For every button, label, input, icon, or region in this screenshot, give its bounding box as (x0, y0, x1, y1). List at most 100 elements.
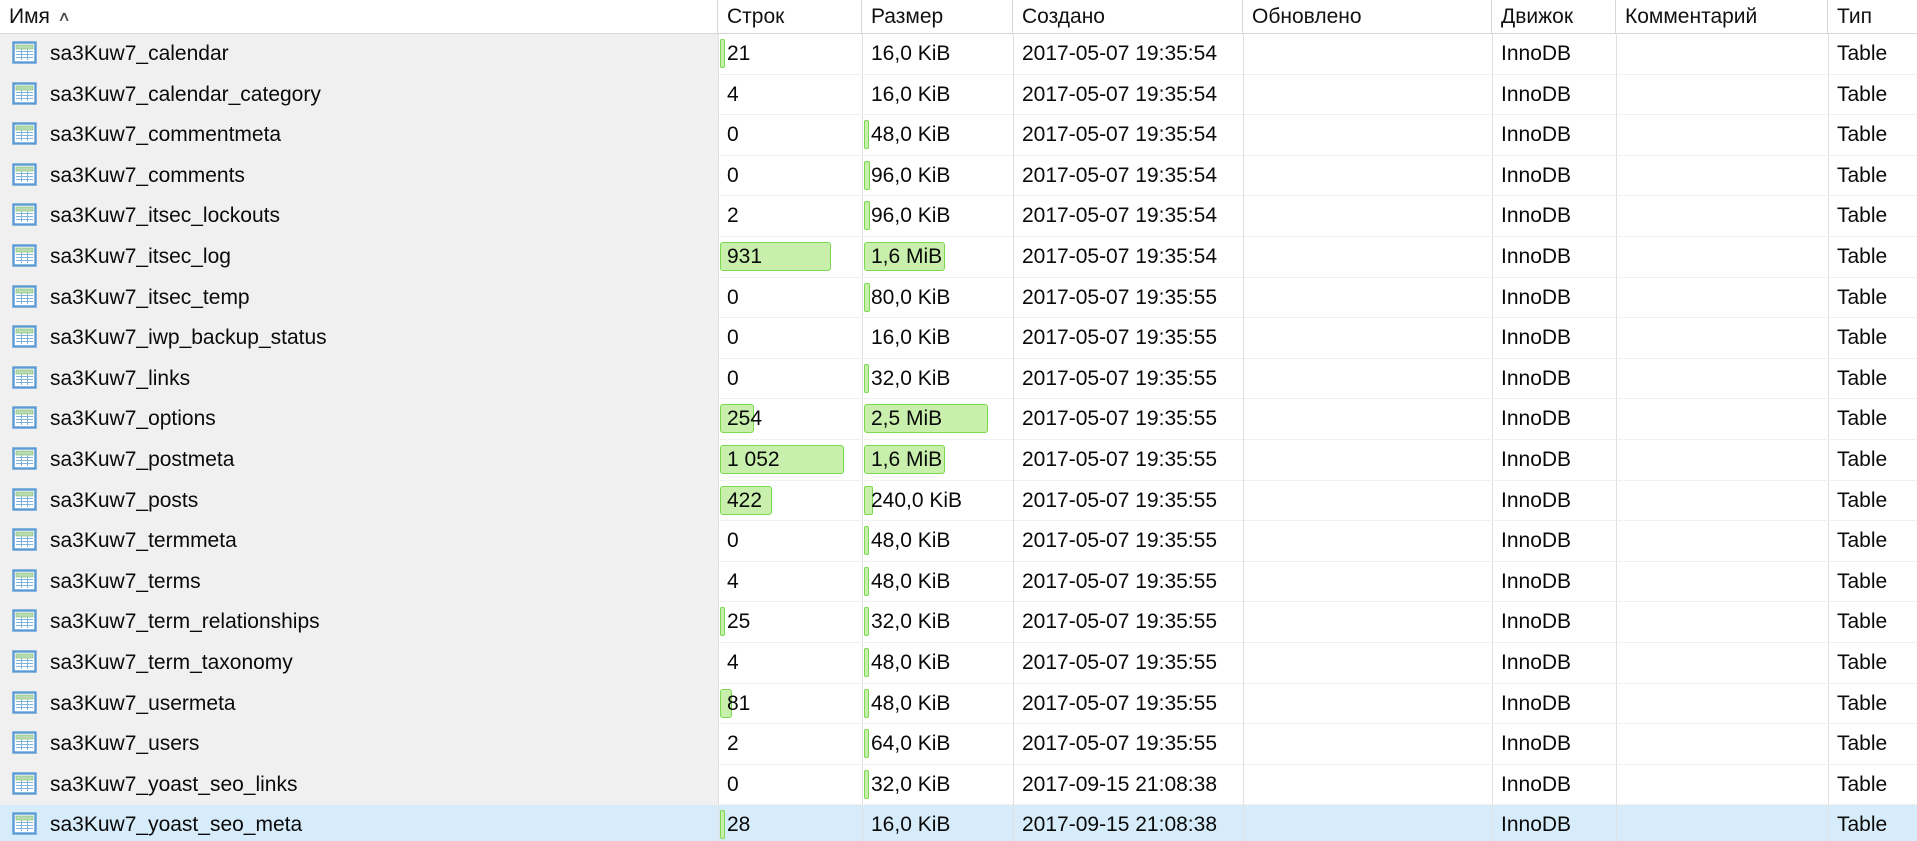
column-header-updated[interactable]: Обновлено (1243, 0, 1492, 33)
table-row[interactable]: sa3Kuw7_users 2 64,0 KiB 2017-05-07 19:35:5… (0, 724, 1917, 765)
column-header-type[interactable]: Тип (1828, 0, 1917, 33)
cell-comment (1616, 765, 1828, 805)
table-row[interactable]: sa3Kuw7_itsec_lockouts 2 96,0 KiB 2017-05-0… (0, 196, 1917, 237)
table-row[interactable]: sa3Kuw7_itsec_temp 0 80,0 KiB 2017-05-07 19… (0, 277, 1917, 319)
cell-name: sa3Kuw7_comments (0, 155, 718, 196)
column-header-label: Комментарий (1625, 5, 1758, 28)
column-header-comment[interactable]: Комментарий (1616, 0, 1828, 33)
cell-name: sa3Kuw7_options (0, 399, 718, 439)
column-header-rows[interactable]: Строк (718, 0, 862, 33)
cell-value-size: 48,0 KiB (871, 529, 951, 553)
cell-value-rows: 254 (727, 407, 763, 431)
cell-rows: 0 (718, 115, 862, 155)
table-row[interactable]: sa3Kuw7_yoast_seo_links 0 32,0 KiB 2017-09-… (0, 764, 1917, 806)
cell-value-rows: 21 (727, 42, 751, 65)
cell-value-name: sa3Kuw7_usermeta (50, 691, 236, 715)
cell-value-size: 64,0 KiB (871, 732, 951, 756)
cell-created: 2017-05-07 19:35:55 (1013, 643, 1243, 683)
cell-comment (1616, 805, 1828, 841)
cell-created: 2017-05-07 19:35:55 (1013, 359, 1243, 399)
table-row[interactable]: sa3Kuw7_term_relationships 25 32,0 KiB 2017… (0, 602, 1917, 643)
cell-created: 2017-05-07 19:35:55 (1013, 602, 1243, 642)
cell-name: sa3Kuw7_yoast_seo_meta (0, 805, 718, 841)
cell-created: 2017-05-07 19:35:55 (1013, 521, 1243, 561)
cell-created: 2017-05-07 19:35:55 (1013, 440, 1243, 480)
table-row[interactable]: sa3Kuw7_comments 0 96,0 KiB 2017-05-07 19:3… (0, 155, 1917, 197)
cell-value-engine: InnoDB (1501, 123, 1572, 147)
table-row[interactable]: sa3Kuw7_iwp_backup_status 0 16,0 KiB 2017-0… (0, 318, 1917, 359)
cell-created: 2017-05-07 19:35:55 (1013, 278, 1243, 318)
cell-value-name: sa3Kuw7_itsec_lockouts (50, 204, 280, 228)
cell-size: 48,0 KiB (862, 521, 1013, 561)
table-row[interactable]: sa3Kuw7_terms 4 48,0 KiB 2017-05-07 19:35:5… (0, 561, 1917, 603)
column-header-engine[interactable]: Движок (1492, 0, 1616, 33)
cell-engine: InnoDB (1492, 75, 1616, 115)
cell-type: Table (1828, 724, 1917, 764)
cell-rows: 4 (718, 562, 862, 602)
cell-name: sa3Kuw7_commentmeta (0, 115, 718, 155)
cell-value-engine: InnoDB (1501, 204, 1572, 228)
cell-value-engine: InnoDB (1501, 772, 1572, 796)
cell-value-created: 2017-05-07 19:35:55 (1022, 650, 1217, 674)
table-row[interactable]: sa3Kuw7_usermeta 81 48,0 KiB 2017-05-07 19:… (0, 683, 1917, 725)
cell-rows: 2 (718, 724, 862, 764)
cell-size: 16,0 KiB (862, 318, 1013, 358)
cell-updated (1243, 562, 1492, 602)
cell-name: sa3Kuw7_posts (0, 480, 718, 521)
column-header-created[interactable]: Создано (1013, 0, 1243, 33)
table-row[interactable]: sa3Kuw7_calendar_category 4 16,0 KiB 2017-0… (0, 74, 1917, 116)
cell-type: Table (1828, 237, 1917, 277)
table-grid-icon (12, 120, 37, 145)
table-row[interactable]: sa3Kuw7_links 0 32,0 KiB 2017-05-07 19:35:5… (0, 358, 1917, 400)
table-grid-icon (12, 445, 37, 470)
cell-value-type: Table (1837, 529, 1888, 553)
cell-value-created: 2017-05-07 19:35:55 (1022, 285, 1217, 309)
column-header-size[interactable]: Размер (862, 0, 1013, 33)
table-row[interactable]: sa3Kuw7_commentmeta 0 48,0 KiB 2017-05-07 1… (0, 115, 1917, 156)
cell-updated (1243, 481, 1492, 521)
cell-value-type: Table (1837, 569, 1888, 593)
table-row[interactable]: sa3Kuw7_itsec_log 931 1,6 MiB 2017-05-07 19… (0, 236, 1917, 278)
cell-rows: 21 (718, 34, 862, 74)
cell-rows: 0 (718, 521, 862, 561)
cell-rows: 28 (718, 805, 862, 841)
cell-created: 2017-05-07 19:35:55 (1013, 399, 1243, 439)
table-row[interactable]: sa3Kuw7_posts 422 240,0 KiB 2017-05-07 19:3… (0, 480, 1917, 522)
cell-value-engine: InnoDB (1501, 813, 1572, 837)
column-header-name[interactable]: Имя ∧ (0, 0, 718, 33)
table-row[interactable]: sa3Kuw7_termmeta 0 48,0 KiB 2017-05-07 19:3… (0, 521, 1917, 562)
cell-value-rows: 0 (727, 366, 739, 390)
table-row[interactable]: sa3Kuw7_options 254 2,5 MiB 2017-05-07 19:3… (0, 399, 1917, 440)
cell-value-created: 2017-05-07 19:35:55 (1022, 529, 1217, 553)
cell-value-rows: 4 (727, 569, 739, 593)
cell-type: Table (1828, 34, 1917, 74)
cell-size: 1,6 MiB (862, 440, 1013, 480)
cell-type: Table (1828, 196, 1917, 236)
table-list-grid: Имя ∧ Строк Размер Создано Обновлено Движок Ком… (0, 0, 1917, 841)
table-row[interactable]: sa3Kuw7_postmeta 1 052 1,6 MiB 2017-05-07 1… (0, 439, 1917, 481)
cell-value-type: Table (1837, 285, 1888, 309)
cell-value-rows: 931 (727, 244, 763, 268)
cell-type: Table (1828, 684, 1917, 724)
cell-value-name: sa3Kuw7_links (50, 366, 191, 390)
cell-comment (1616, 521, 1828, 561)
cell-value-name: sa3Kuw7_termmeta (50, 529, 237, 553)
cell-engine: InnoDB (1492, 399, 1616, 439)
cell-value-type: Table (1837, 163, 1888, 187)
table-row[interactable]: sa3Kuw7_calendar 21 16,0 KiB 2017-05-07 19:… (0, 34, 1917, 75)
table-row[interactable]: sa3Kuw7_term_taxonomy 4 48,0 KiB 2017-05-07… (0, 642, 1917, 684)
cell-engine: InnoDB (1492, 440, 1616, 480)
cell-updated (1243, 75, 1492, 115)
cell-rows: 4 (718, 643, 862, 683)
cell-value-size: 96,0 KiB (871, 163, 951, 187)
table-row[interactable]: sa3Kuw7_yoast_seo_meta 28 16,0 KiB 2017-09-… (0, 805, 1917, 841)
cell-value-name: sa3Kuw7_itsec_log (50, 244, 231, 268)
cell-updated (1243, 278, 1492, 318)
table-rows-container[interactable]: sa3Kuw7_calendar 21 16,0 KiB 2017-05-07 19:… (0, 34, 1917, 841)
cell-value-engine: InnoDB (1501, 610, 1572, 634)
cell-created: 2017-05-07 19:35:54 (1013, 34, 1243, 74)
cell-value-created: 2017-05-07 19:35:55 (1022, 610, 1217, 634)
cell-comment (1616, 684, 1828, 724)
cell-value-rows: 422 (727, 488, 763, 512)
column-header-label: Строк (727, 5, 785, 28)
